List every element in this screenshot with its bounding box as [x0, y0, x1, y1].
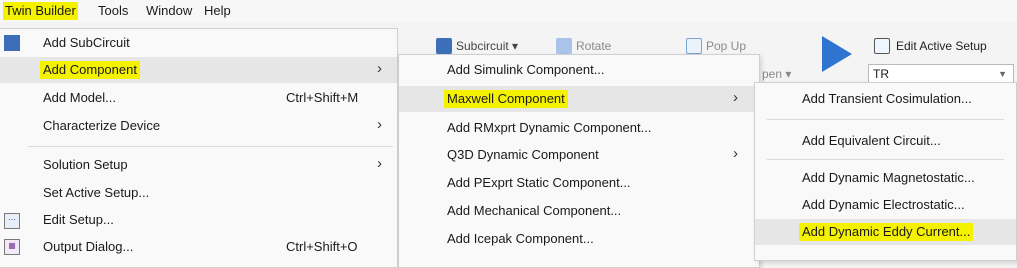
- menu-item-label: Edit Setup...: [43, 212, 114, 227]
- open-dropdown[interactable]: pen ▾: [762, 67, 791, 81]
- menu-item-add-model[interactable]: Add Model... Ctrl+Shift+M: [0, 85, 397, 111]
- chevron-right-icon: ›: [377, 155, 382, 172]
- chevron-right-icon: ›: [733, 89, 738, 106]
- menu-separator: [767, 159, 1004, 160]
- menu-item-add-transient-cosimulation[interactable]: Add Transient Cosimulation...: [755, 86, 1016, 112]
- menu-item-add-dynamic-eddy-current[interactable]: Add Dynamic Eddy Current...: [755, 219, 1016, 245]
- subcircuit-icon: [4, 35, 20, 51]
- menu-item-set-active-setup[interactable]: Set Active Setup...: [0, 180, 397, 206]
- menu-item-label: Solution Setup: [43, 157, 128, 172]
- chevron-right-icon: ›: [377, 116, 382, 133]
- popup-icon: [686, 38, 702, 54]
- edit-setup-icon: [874, 38, 890, 54]
- menu-item-add-dynamic-magnetostatic[interactable]: Add Dynamic Magnetostatic...: [755, 165, 1016, 191]
- menu-item-label: Maxwell Component: [444, 90, 568, 108]
- chevron-right-icon: ›: [377, 60, 382, 77]
- menu-item-label: Set Active Setup...: [43, 185, 150, 200]
- menu-separator: [767, 119, 1004, 120]
- edit-setup-icon: ⋯: [4, 213, 20, 229]
- popup-button[interactable]: Pop Up: [706, 39, 746, 53]
- active-setup-select[interactable]: TR ▼: [868, 64, 1014, 84]
- menu-item-add-equivalent-circuit[interactable]: Add Equivalent Circuit...: [755, 128, 1016, 154]
- menu-item-label: Add Icepak Component...: [447, 231, 594, 246]
- active-setup-value: TR: [873, 67, 889, 81]
- menu-item-label: Add PExprt Static Component...: [447, 175, 631, 190]
- output-dialog-icon: ▦: [4, 239, 20, 255]
- menu-tools[interactable]: Tools: [96, 2, 130, 20]
- menu-window[interactable]: Window: [144, 2, 194, 20]
- menu-item-output-dialog[interactable]: ▦ Output Dialog... Ctrl+Shift+O: [0, 234, 397, 260]
- menu-item-label: Add Transient Cosimulation...: [802, 91, 972, 106]
- menu-item-characterize-device[interactable]: Characterize Device ›: [0, 113, 397, 139]
- menu-help[interactable]: Help: [202, 2, 233, 20]
- menu-item-q3d-dynamic-component[interactable]: Q3D Dynamic Component ›: [399, 142, 759, 168]
- menu-item-label: Add Dynamic Magnetostatic...: [802, 170, 975, 185]
- subcircuit-button[interactable]: Subcircuit ▾: [456, 39, 518, 53]
- menu-item-label: Add Equivalent Circuit...: [802, 133, 941, 148]
- menu-item-add-mechanical-component[interactable]: Add Mechanical Component...: [399, 198, 759, 224]
- menu-item-label: Add Component: [40, 61, 140, 79]
- menu-item-add-subcircuit[interactable]: Add SubCircuit: [0, 30, 397, 56]
- menu-item-label: Add SubCircuit: [43, 35, 130, 50]
- menu-item-label: Add Dynamic Eddy Current...: [799, 223, 974, 241]
- menu-item-add-dynamic-electrostatic[interactable]: Add Dynamic Electrostatic...: [755, 192, 1016, 218]
- menu-item-add-icepak-component[interactable]: Add Icepak Component...: [399, 226, 759, 252]
- menu-item-edit-setup[interactable]: ⋯ Edit Setup...: [0, 207, 397, 233]
- menu-item-label: Output Dialog...: [43, 239, 134, 254]
- menu-item-label: Add Mechanical Component...: [447, 203, 622, 218]
- twin-builder-menu: Add SubCircuit Add Component › Add Model…: [0, 28, 398, 268]
- menu-item-label: Characterize Device: [43, 118, 161, 133]
- menubar: Twin Builder Tools Window Help: [0, 0, 1017, 22]
- rotate-icon: [556, 38, 572, 54]
- menu-separator: [28, 146, 393, 147]
- menu-twin-builder[interactable]: Twin Builder: [3, 2, 78, 20]
- menu-item-label: Add Model...: [43, 90, 116, 105]
- run-simulation-icon[interactable]: [822, 36, 852, 72]
- menu-item-label: Add RMxprt Dynamic Component...: [447, 120, 652, 135]
- add-component-submenu: Add Simulink Component... Maxwell Compon…: [398, 54, 760, 268]
- menu-item-label: Q3D Dynamic Component: [447, 147, 599, 162]
- maxwell-component-submenu: Add Transient Cosimulation... Add Equiva…: [754, 82, 1017, 261]
- edit-active-setup-button[interactable]: Edit Active Setup: [896, 39, 987, 53]
- subcircuit-icon: [436, 38, 452, 54]
- menu-item-add-pexprt-static-component[interactable]: Add PExprt Static Component...: [399, 170, 759, 196]
- menu-item-maxwell-component[interactable]: Maxwell Component ›: [399, 86, 759, 112]
- menu-item-add-simulink-component[interactable]: Add Simulink Component...: [399, 57, 759, 83]
- shortcut-label: Ctrl+Shift+M: [286, 90, 359, 105]
- menu-item-solution-setup[interactable]: Solution Setup ›: [0, 152, 397, 178]
- rotate-button[interactable]: Rotate: [576, 39, 611, 53]
- chevron-right-icon: ›: [733, 145, 738, 162]
- menu-item-label: Add Simulink Component...: [447, 62, 605, 77]
- menu-item-label: Add Dynamic Electrostatic...: [802, 197, 965, 212]
- menu-item-add-rmxprt-dynamic-component[interactable]: Add RMxprt Dynamic Component...: [399, 115, 759, 141]
- chevron-down-icon: ▼: [998, 69, 1007, 79]
- menu-item-add-component[interactable]: Add Component ›: [0, 57, 397, 83]
- shortcut-label: Ctrl+Shift+O: [286, 239, 358, 254]
